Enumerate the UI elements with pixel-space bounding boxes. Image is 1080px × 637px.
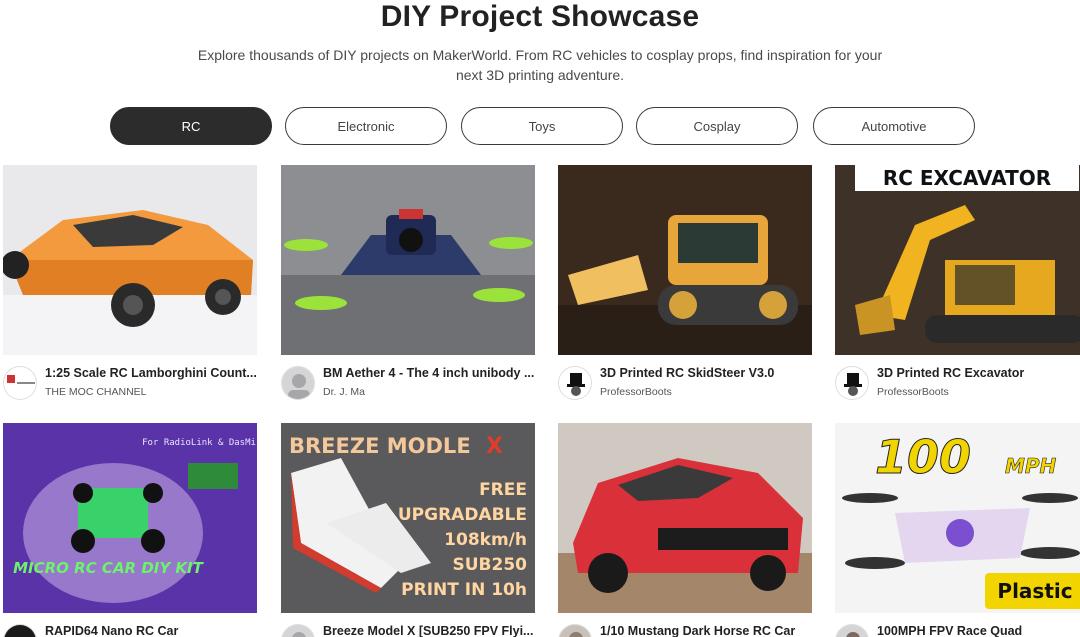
card-title[interactable]: 3D Printed RC SkidSteer V3.0 — [600, 366, 812, 380]
fpv-race-quad-image: 100 MPH Plastic — [835, 423, 1080, 613]
author-avatar[interactable] — [558, 366, 592, 400]
card-title[interactable]: 1/10 Mustang Dark Horse RC Car — [600, 624, 812, 637]
project-thumbnail[interactable]: For RadioLink & DasMirko ESC MICRO RC CA… — [3, 423, 257, 613]
image-line: PRINT IN 10h — [401, 580, 527, 600]
project-thumbnail[interactable]: 100 MPH Plastic — [835, 423, 1080, 613]
project-thumbnail[interactable]: RC EXCAVATOR — [835, 165, 1080, 355]
card-author[interactable]: THE MOC CHANNEL — [45, 386, 257, 398]
author-avatar[interactable] — [3, 366, 37, 400]
author-avatar[interactable] — [3, 624, 37, 637]
mustang-image — [558, 423, 812, 613]
card-title[interactable]: 3D Printed RC Excavator — [877, 366, 1080, 380]
card-title[interactable]: RAPID64 Nano RC Car — [45, 624, 257, 637]
user-photo-icon — [282, 625, 314, 637]
card-title[interactable]: BM Aether 4 - The 4 inch unibody ... — [323, 366, 535, 380]
lamborghini-image — [3, 165, 257, 355]
user-photo-icon — [282, 367, 314, 399]
image-caption: MICRO RC CAR DIY KIT — [13, 559, 205, 577]
rapid64-logo-icon — [4, 625, 36, 637]
image-caption: BREEZE MODLE — [289, 434, 471, 458]
author-avatar[interactable] — [281, 624, 315, 637]
filter-electronic-button[interactable]: Electronic — [285, 107, 447, 145]
author-avatar[interactable] — [835, 624, 869, 637]
project-thumbnail[interactable] — [3, 165, 257, 355]
filter-automotive-button[interactable]: Automotive — [813, 107, 975, 145]
professorboots-logo-icon — [559, 367, 591, 399]
image-line: FREE — [479, 480, 527, 500]
image-caption-unit: MPH — [1005, 454, 1057, 478]
card-title[interactable]: Breeze Model X [SUB250 FPV Flyi... — [323, 624, 535, 637]
user-photo-icon — [836, 625, 868, 637]
project-thumbnail[interactable] — [281, 165, 535, 355]
fpv-drone-image — [281, 165, 535, 355]
card-author[interactable]: ProfessorBoots — [600, 386, 812, 398]
card-author[interactable]: Dr. J. Ma — [323, 386, 535, 398]
image-line: UPGRADABLE — [398, 505, 527, 525]
image-caption: 100 — [875, 430, 971, 484]
moc-channel-logo-icon — [4, 367, 36, 399]
excavator-image: RC EXCAVATOR — [835, 165, 1080, 355]
filter-rc-button[interactable]: RC — [110, 107, 272, 145]
filter-cosplay-button[interactable]: Cosplay — [636, 107, 798, 145]
breeze-model-x-image: BREEZE MODLE X FREE UPGRADABLE 108km/h S… — [281, 423, 535, 613]
author-avatar[interactable] — [835, 366, 869, 400]
card-author[interactable]: ProfessorBoots — [877, 386, 1080, 398]
image-caption: RC EXCAVATOR — [883, 166, 1051, 190]
filter-toys-button[interactable]: Toys — [461, 107, 623, 145]
project-thumbnail[interactable]: BREEZE MODLE X FREE UPGRADABLE 108km/h S… — [281, 423, 535, 613]
category-filter-bar: RC Electronic Toys Cosplay Automotive — [110, 107, 980, 145]
project-thumbnail[interactable] — [558, 165, 812, 355]
skidsteer-image — [558, 165, 812, 355]
image-note: For RadioLink & DasMirko ESC — [142, 438, 257, 448]
image-caption-accent: X — [486, 434, 503, 459]
user-photo-icon — [559, 625, 591, 637]
author-avatar[interactable] — [281, 366, 315, 400]
image-badge: Plastic — [997, 579, 1072, 603]
author-avatar[interactable] — [558, 624, 592, 637]
micro-rc-car-image: For RadioLink & DasMirko ESC MICRO RC CA… — [3, 423, 257, 613]
project-thumbnail[interactable] — [558, 423, 812, 613]
image-line: 108km/h — [444, 530, 527, 550]
card-title[interactable]: 100MPH FPV Race Quad — [877, 624, 1080, 637]
page-subtitle: Explore thousands of DIY projects on Mak… — [197, 47, 883, 83]
professorboots-logo-icon — [836, 367, 868, 399]
page-title: DIY Project Showcase — [380, 0, 700, 33]
card-title[interactable]: 1:25 Scale RC Lamborghini Count... — [45, 366, 257, 380]
image-line: SUB250 — [453, 555, 528, 575]
